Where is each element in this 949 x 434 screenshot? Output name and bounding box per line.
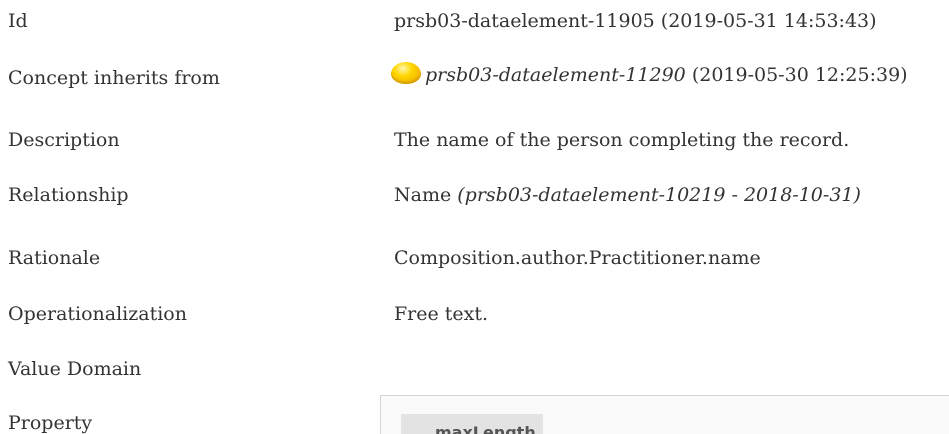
field-row-operationalization: Operationalization Free text. xyxy=(0,302,949,342)
concept-version: (2019-05-30 12:25:39) xyxy=(685,64,908,86)
field-row-value-domain: Value Domain xyxy=(0,357,949,397)
field-label: Concept inherits from xyxy=(8,67,220,89)
field-value: Free text. xyxy=(394,303,489,325)
relationship-reference-link[interactable]: (prsb03-dataelement-10219 - 2018-10-31) xyxy=(457,184,861,206)
concept-link[interactable]: prsb03-dataelement-11290 xyxy=(425,64,686,86)
field-label: Operationalization xyxy=(8,303,187,325)
field-label: Relationship xyxy=(8,184,129,206)
field-label: Description xyxy=(8,129,120,151)
field-label: Property xyxy=(8,412,93,434)
field-label: Id xyxy=(8,10,28,32)
field-value: Name (prsb03-dataelement-10219 - 2018-10… xyxy=(394,183,861,207)
property-chip-label: maxLength xyxy=(435,423,536,434)
field-row-id: Id prsb03-dataelement-11905 (2019-05-31 … xyxy=(0,9,949,49)
property-panel: maxLength xyxy=(380,395,949,434)
field-value: The name of the person completing the re… xyxy=(394,129,850,151)
field-row-description: Description The name of the person compl… xyxy=(0,128,949,168)
field-row-concept-inherits-from: Concept inherits from prsb03-dataelement… xyxy=(0,62,949,106)
field-row-relationship: Relationship Name (prsb03-dataelement-10… xyxy=(0,183,949,223)
field-value: prsb03-dataelement-11905 (2019-05-31 14:… xyxy=(394,10,877,32)
field-label: Value Domain xyxy=(8,358,142,380)
field-label: Rationale xyxy=(8,247,101,269)
field-value: Composition.author.Practitioner.name xyxy=(394,247,761,269)
yellow-status-circle-icon xyxy=(391,62,421,84)
property-chip: maxLength xyxy=(401,414,543,434)
field-row-rationale: Rationale Composition.author.Practitione… xyxy=(0,246,949,286)
relationship-name: Name xyxy=(394,184,458,206)
field-value: prsb03-dataelement-11290 (2019-05-30 12:… xyxy=(391,60,908,90)
